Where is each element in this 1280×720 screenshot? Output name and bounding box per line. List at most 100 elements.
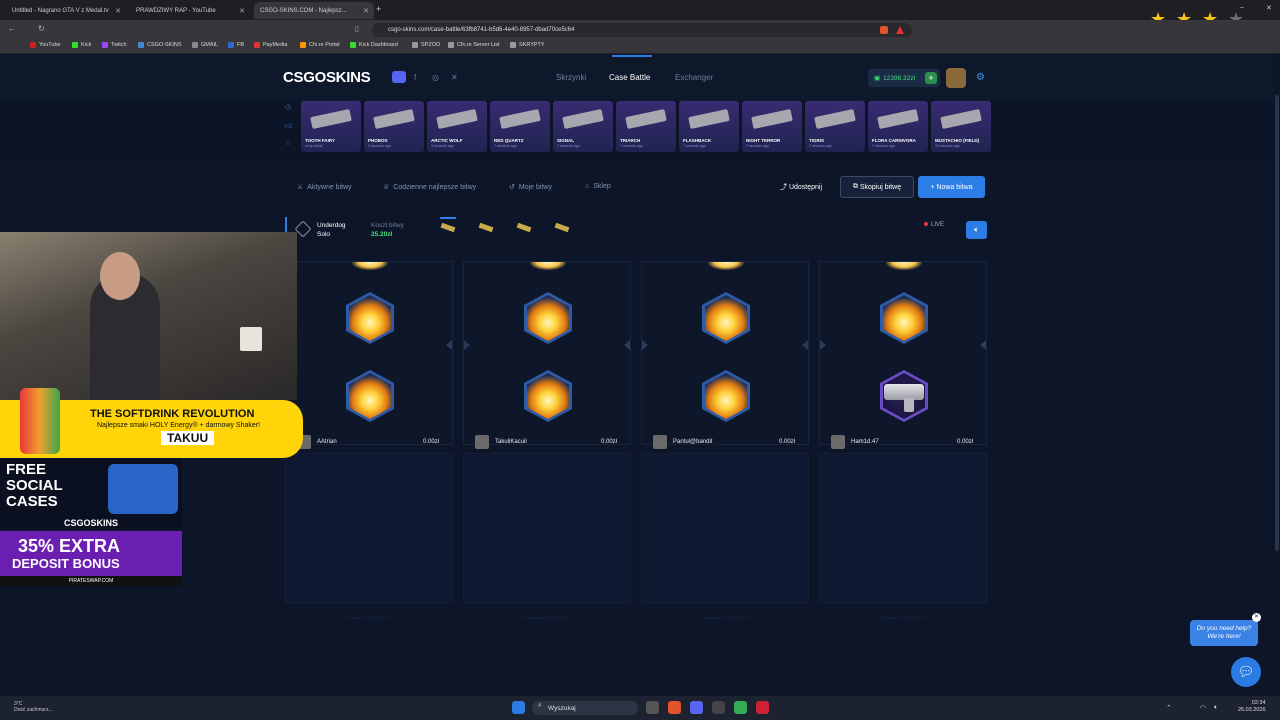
instagram-icon[interactable]: ◎ xyxy=(432,73,439,82)
brave-icon[interactable] xyxy=(668,701,681,714)
bookmark-item[interactable]: Cfx.re Server List xyxy=(448,42,499,48)
case-icon[interactable] xyxy=(439,220,457,236)
volume-icon[interactable]: 🔈︎ xyxy=(1214,704,1218,712)
browser-tab-active[interactable]: CSGO-SKINS.COM - Najlepsz... ✕ xyxy=(254,2,374,19)
case-icon[interactable] xyxy=(477,220,495,236)
discord-icon[interactable] xyxy=(392,71,406,83)
bookmark-item[interactable]: GMAIL xyxy=(192,42,218,48)
back-icon[interactable]: ← xyxy=(8,24,16,33)
bookmark-item[interactable]: Cfx.re Portal xyxy=(300,42,340,48)
client-seed: Client seed: 5d91d7f4d7c4 xyxy=(523,615,571,620)
app-icon[interactable] xyxy=(712,701,725,714)
drop-card[interactable]: ARCTIC WOLF 3 seconds ago xyxy=(427,101,487,152)
close-icon[interactable]: ✕ xyxy=(115,7,121,15)
bookmark-item[interactable]: FB xyxy=(228,42,244,48)
player-row[interactable]: Ham1d.47 0.00zł xyxy=(819,435,987,451)
drop-card[interactable]: RED QUARTZ 7 seconds ago xyxy=(490,101,550,152)
help-bubble[interactable]: Do you need help? We're here! xyxy=(1190,620,1258,646)
app-icon[interactable] xyxy=(734,701,747,714)
browser-tab[interactable]: Untitled - Nagrano GTA V z Medal.tv ✕ xyxy=(6,2,126,19)
player-row[interactable]: Pantul@bandit 0.00zł xyxy=(641,435,809,451)
bookmark-item[interactable]: Kick Dashboard xyxy=(350,42,398,48)
bookmark-item[interactable]: SPZOO xyxy=(412,42,440,48)
drop-card[interactable]: TOOTH FAIRY w top skin# xyxy=(301,101,361,152)
skin-image xyxy=(499,108,541,130)
close-icon[interactable]: ✕ xyxy=(363,7,369,15)
windows-start-icon[interactable] xyxy=(512,701,525,714)
drop-time: w top skin# xyxy=(305,144,323,148)
case-icon[interactable] xyxy=(515,220,533,236)
bookmark-item[interactable]: PayMedia xyxy=(254,42,287,48)
x-icon[interactable]: ✕ xyxy=(451,73,458,82)
drop-card[interactable]: PHOBOS 3 seconds ago xyxy=(364,101,424,152)
drop-card[interactable]: NIGHT TERROR 7 seconds ago xyxy=(742,101,802,152)
bookmark-item[interactable]: YouTube xyxy=(30,42,61,48)
player-row[interactable]: AAtrian 0.00zł xyxy=(285,435,453,451)
bookmark-item[interactable]: CSGO-SKINS xyxy=(138,42,182,48)
player-name: Ham1d.47 xyxy=(851,439,879,445)
drop-name: SIGNAL xyxy=(557,138,575,143)
avatar[interactable] xyxy=(946,68,966,88)
gear-icon[interactable]: ⚙ xyxy=(976,72,985,83)
nav-case-battle[interactable]: Case Battle xyxy=(609,73,650,82)
clock[interactable]: 02:34 26.03.2026 xyxy=(1238,700,1266,714)
weather-widget[interactable]: 3°C Dość zachmurz... xyxy=(14,701,53,713)
active-battles-link[interactable]: ⚔ Aktywne bitwy xyxy=(297,183,352,192)
bookmark-label: YouTube xyxy=(39,42,61,48)
bookmark-label: CSGO-SKINS xyxy=(147,42,182,48)
bookmark-item[interactable]: Twitch xyxy=(102,42,127,48)
browser-tab[interactable]: PRAWDZIWY RAP - YouTube ✕ xyxy=(130,2,250,19)
rewards-icon[interactable] xyxy=(896,26,904,34)
obs-icon[interactable] xyxy=(756,701,769,714)
url-input[interactable]: csgo-skins.com/case-battle/63fb8741-b5d6… xyxy=(372,23,912,37)
close-icon[interactable]: ✕ xyxy=(239,7,245,15)
page-scrollbar[interactable] xyxy=(1274,55,1280,695)
shop-link[interactable]: ⌂ Sklep xyxy=(585,183,611,190)
case-icon[interactable] xyxy=(553,220,571,236)
bookmark-icon[interactable]: ▯ xyxy=(355,25,359,33)
sound-toggle-button[interactable]: 🔈︎ xyxy=(966,221,987,239)
drop-name: ARCTIC WOLF xyxy=(431,138,463,143)
tab-label: CSGO-SKINS.COM - Najlepsz... xyxy=(260,7,347,14)
skin-image xyxy=(940,108,982,130)
copy-battle-button[interactable]: ⧉ Skopiuj bitwę xyxy=(840,176,914,198)
drop-card[interactable]: TRIARCH 7 seconds ago xyxy=(616,101,676,152)
scrollbar-thumb[interactable] xyxy=(1275,95,1279,551)
clock-icon[interactable]: ◷ xyxy=(285,103,291,111)
drop-card[interactable]: FLASHBACK 7 seconds ago xyxy=(679,101,739,152)
label: Sklep xyxy=(593,183,611,190)
chevron-up-icon[interactable]: ⌃ xyxy=(1166,704,1172,712)
facebook-icon[interactable]: f xyxy=(414,73,416,82)
wifi-icon[interactable]: ◠ xyxy=(1200,704,1206,712)
share-button[interactable]: ⤴ Udostępnij xyxy=(780,182,822,192)
site-logo[interactable]: CSGOSKINS xyxy=(283,69,371,86)
new-battle-button[interactable]: + Nowa bitwa xyxy=(918,176,985,198)
window-close-icon[interactable]: ✕ xyxy=(1266,4,1272,12)
nav-cases[interactable]: Skrzynki xyxy=(556,73,586,82)
skin-image xyxy=(688,108,730,130)
drop-card[interactable]: TIGRIS 7 seconds ago xyxy=(805,101,865,152)
reload-icon[interactable]: ↻ xyxy=(38,24,45,33)
star-outline-icon[interactable]: ☆ xyxy=(285,139,291,147)
drop-card[interactable]: MUSTACHIO (FIELD) 10 seconds ago xyxy=(931,101,991,152)
discord-icon[interactable] xyxy=(690,701,703,714)
chat-icon[interactable]: 💬︎ xyxy=(1231,657,1261,687)
drop-card[interactable]: SIGNAL 7 seconds ago xyxy=(553,101,613,152)
bookmark-item[interactable]: Kick xyxy=(72,42,91,48)
nav-exchanger[interactable]: Exchanger xyxy=(675,73,713,82)
drop-time: 3 seconds ago xyxy=(368,144,391,148)
thumbs-up-icon[interactable]: 👍︎ xyxy=(285,121,292,130)
my-battles-link[interactable]: ↺ Moje bitwy xyxy=(509,183,552,192)
brave-shield-icon[interactable] xyxy=(880,26,888,34)
drop-card[interactable]: FLORA CARNIVORA 7 seconds ago xyxy=(868,101,928,152)
close-icon[interactable]: ✕ xyxy=(1252,613,1261,622)
bookmark-item[interactable]: SKRYPTY xyxy=(510,42,545,48)
new-tab-icon[interactable]: + xyxy=(376,4,381,14)
wallet-balance[interactable]: ▣ 12398.32zł + xyxy=(868,69,940,87)
minimize-icon[interactable]: – xyxy=(1240,4,1244,11)
player-row[interactable]: TakuliKacuil 0.00zł xyxy=(463,435,631,451)
deposit-button[interactable]: + xyxy=(925,72,937,84)
file-explorer-icon[interactable] xyxy=(646,701,659,714)
taskbar-search[interactable]: Wyszukaj xyxy=(532,701,638,715)
daily-best-link[interactable]: ♕ Codzienne najlepsze bitwy xyxy=(383,183,476,192)
